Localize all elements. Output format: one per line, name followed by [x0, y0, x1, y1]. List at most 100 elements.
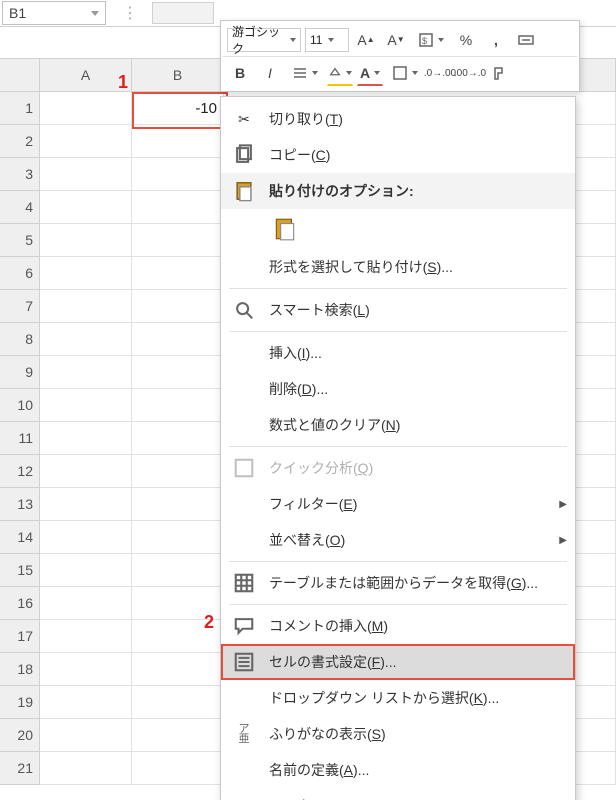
- cell-B2[interactable]: [132, 125, 224, 158]
- row-header-15[interactable]: 15: [0, 554, 40, 587]
- italic-icon[interactable]: I: [257, 61, 283, 85]
- cell-B9[interactable]: [132, 356, 224, 389]
- paste-default-icon[interactable]: [269, 213, 301, 245]
- cell-A8[interactable]: [40, 323, 132, 356]
- cell-A1[interactable]: [40, 92, 132, 125]
- font-name-selector[interactable]: 游ゴシック: [227, 28, 301, 52]
- menu-paste-special[interactable]: 形式を選択して貼り付け(S)...: [221, 249, 575, 285]
- row-header-8[interactable]: 8: [0, 323, 40, 356]
- cell-A13[interactable]: [40, 488, 132, 521]
- row-header-13[interactable]: 13: [0, 488, 40, 521]
- cell-A7[interactable]: [40, 290, 132, 323]
- cell-B19[interactable]: [132, 686, 224, 719]
- cell-B3[interactable]: [132, 158, 224, 191]
- cell-B20[interactable]: [132, 719, 224, 752]
- row-header-14[interactable]: 14: [0, 521, 40, 554]
- menu-insert-comment[interactable]: コメントの挿入(M): [221, 608, 575, 644]
- menu-cut[interactable]: ✂ 切り取り(T): [221, 101, 575, 137]
- row-header-5[interactable]: 5: [0, 224, 40, 257]
- cell-A4[interactable]: [40, 191, 132, 224]
- menu-show-furigana[interactable]: ア亜 ふりがなの表示(S): [221, 716, 575, 752]
- align-icon[interactable]: [287, 61, 323, 85]
- menu-copy[interactable]: コピー(C): [221, 137, 575, 173]
- select-all-corner[interactable]: [0, 59, 40, 92]
- fill-color-icon[interactable]: [327, 61, 353, 86]
- cell-A12[interactable]: [40, 455, 132, 488]
- decrease-decimal-icon[interactable]: .00→.0: [457, 61, 483, 85]
- cell-B10[interactable]: [132, 389, 224, 422]
- comma-icon[interactable]: ,: [483, 28, 509, 52]
- row-header-18[interactable]: 18: [0, 653, 40, 686]
- row-header-19[interactable]: 19: [0, 686, 40, 719]
- accounting-format-icon[interactable]: $: [413, 28, 449, 52]
- cell-A17[interactable]: [40, 620, 132, 653]
- cell-A3[interactable]: [40, 158, 132, 191]
- cell-B18[interactable]: [132, 653, 224, 686]
- border-icon[interactable]: [387, 61, 423, 85]
- cell-A19[interactable]: [40, 686, 132, 719]
- menu-delete[interactable]: 削除(D)...: [221, 371, 575, 407]
- cell-A2[interactable]: [40, 125, 132, 158]
- menu-insert[interactable]: 挿入(I)...: [221, 335, 575, 371]
- menu-clear[interactable]: 数式と値のクリア(N): [221, 407, 575, 443]
- cell-B14[interactable]: [132, 521, 224, 554]
- cell-B15[interactable]: [132, 554, 224, 587]
- merge-center-icon[interactable]: [513, 28, 539, 52]
- blank-icon: [233, 529, 255, 551]
- format-painter-icon[interactable]: [487, 61, 513, 85]
- name-box[interactable]: B1: [2, 1, 106, 25]
- menu-filter[interactable]: フィルター(E): [221, 486, 575, 522]
- menu-smart-lookup[interactable]: スマート検索(L): [221, 292, 575, 328]
- menu-pick-from-dropdown[interactable]: ドロップダウン リストから選択(K)...: [221, 680, 575, 716]
- cell-A5[interactable]: [40, 224, 132, 257]
- cell-A9[interactable]: [40, 356, 132, 389]
- cell-B21[interactable]: [132, 752, 224, 785]
- row-header-21[interactable]: 21: [0, 752, 40, 785]
- cell-A20[interactable]: [40, 719, 132, 752]
- cell-B13[interactable]: [132, 488, 224, 521]
- cell-A21[interactable]: [40, 752, 132, 785]
- bold-icon[interactable]: B: [227, 61, 253, 85]
- row-header-12[interactable]: 12: [0, 455, 40, 488]
- font-size-selector[interactable]: 11: [305, 28, 349, 52]
- blank-icon: [233, 493, 255, 515]
- menu-link[interactable]: リンク(I): [221, 788, 575, 800]
- cell-B7[interactable]: [132, 290, 224, 323]
- row-header-1[interactable]: 1: [0, 92, 40, 125]
- row-header-4[interactable]: 4: [0, 191, 40, 224]
- increase-font-icon[interactable]: A▲: [353, 28, 379, 52]
- row-header-3[interactable]: 3: [0, 158, 40, 191]
- decrease-font-icon[interactable]: A▼: [383, 28, 409, 52]
- row-header-17[interactable]: 17: [0, 620, 40, 653]
- row-header-2[interactable]: 2: [0, 125, 40, 158]
- col-header-B[interactable]: B: [132, 59, 224, 92]
- cell-A14[interactable]: [40, 521, 132, 554]
- row-header-10[interactable]: 10: [0, 389, 40, 422]
- cell-B8[interactable]: [132, 323, 224, 356]
- cell-A6[interactable]: [40, 257, 132, 290]
- cell-B12[interactable]: [132, 455, 224, 488]
- row-header-6[interactable]: 6: [0, 257, 40, 290]
- menu-get-data-from-table[interactable]: テーブルまたは範囲からデータを取得(G)...: [221, 565, 575, 601]
- cell-A18[interactable]: [40, 653, 132, 686]
- cell-B1[interactable]: -10: [132, 92, 224, 125]
- cell-A10[interactable]: [40, 389, 132, 422]
- row-header-11[interactable]: 11: [0, 422, 40, 455]
- cell-A15[interactable]: [40, 554, 132, 587]
- cell-B5[interactable]: [132, 224, 224, 257]
- menu-format-cells[interactable]: セルの書式設定(F)...: [221, 644, 575, 680]
- cell-B4[interactable]: [132, 191, 224, 224]
- cell-B11[interactable]: [132, 422, 224, 455]
- percent-icon[interactable]: %: [453, 28, 479, 52]
- font-color-icon[interactable]: A: [357, 61, 383, 86]
- row-header-9[interactable]: 9: [0, 356, 40, 389]
- cell-B6[interactable]: [132, 257, 224, 290]
- cell-A11[interactable]: [40, 422, 132, 455]
- row-header-20[interactable]: 20: [0, 719, 40, 752]
- cell-A16[interactable]: [40, 587, 132, 620]
- increase-decimal-icon[interactable]: .0→.00: [427, 61, 453, 85]
- menu-sort[interactable]: 並べ替え(O): [221, 522, 575, 558]
- menu-define-name[interactable]: 名前の定義(A)...: [221, 752, 575, 788]
- row-header-16[interactable]: 16: [0, 587, 40, 620]
- row-header-7[interactable]: 7: [0, 290, 40, 323]
